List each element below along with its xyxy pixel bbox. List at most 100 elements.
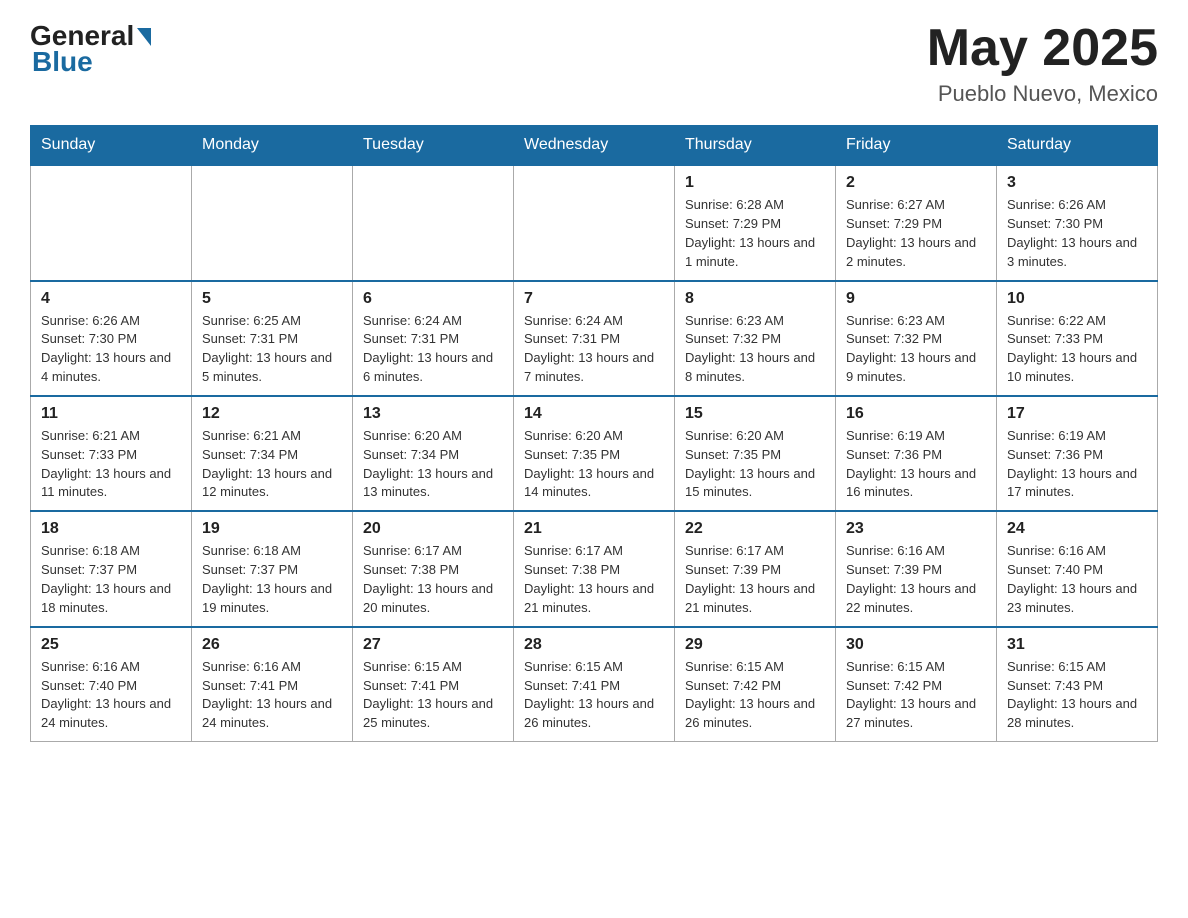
day-number: 30 (846, 636, 986, 654)
calendar-cell: 30 Sunrise: 6:15 AM Sunset: 7:42 PM Dayli… (836, 627, 997, 742)
calendar-cell: 8 Sunrise: 6:23 AM Sunset: 7:32 PM Daylig… (675, 281, 836, 396)
day-number: 14 (524, 405, 664, 423)
day-info: Sunrise: 6:16 AM Sunset: 7:41 PM Dayligh… (202, 658, 342, 733)
day-info: Sunrise: 6:22 AM Sunset: 7:33 PM Dayligh… (1007, 312, 1147, 387)
calendar-cell: 27 Sunrise: 6:15 AM Sunset: 7:41 PM Dayli… (353, 627, 514, 742)
calendar-cell (192, 165, 353, 280)
calendar-body: 1Sunrise: 6:28 AM Sunset: 7:29 PM Daylig… (31, 165, 1158, 741)
day-number: 23 (846, 520, 986, 538)
week-row-5: 25Sunrise: 6:16 AM Sunset: 7:40 PM Dayli… (31, 627, 1158, 742)
calendar-cell (353, 165, 514, 280)
day-number: 29 (685, 636, 825, 654)
calendar-cell: 14 Sunrise: 6:20 AM Sunset: 7:35 PM Dayli… (514, 396, 675, 511)
day-info: Sunrise: 6:23 AM Sunset: 7:32 PM Dayligh… (846, 312, 986, 387)
calendar-cell: 17Sunrise: 6:19 AM Sunset: 7:36 PM Dayli… (997, 396, 1158, 511)
calendar-cell: 22 Sunrise: 6:17 AM Sunset: 7:39 PM Dayli… (675, 511, 836, 626)
day-number: 8 (685, 290, 825, 308)
day-number: 9 (846, 290, 986, 308)
calendar-cell: 16 Sunrise: 6:19 AM Sunset: 7:36 PM Dayli… (836, 396, 997, 511)
day-info: Sunrise: 6:21 AM Sunset: 7:33 PM Dayligh… (41, 427, 181, 502)
header-cell-saturday: Saturday (997, 126, 1158, 166)
calendar-cell: 28 Sunrise: 6:15 AM Sunset: 7:41 PM Dayli… (514, 627, 675, 742)
day-info: Sunrise: 6:17 AM Sunset: 7:38 PM Dayligh… (524, 542, 664, 617)
day-info: Sunrise: 6:19 AM Sunset: 7:36 PM Dayligh… (846, 427, 986, 502)
logo-arrow-icon (137, 28, 151, 46)
day-info: Sunrise: 6:19 AM Sunset: 7:36 PM Dayligh… (1007, 427, 1147, 502)
day-number: 21 (524, 520, 664, 538)
day-number: 5 (202, 290, 342, 308)
day-info: Sunrise: 6:15 AM Sunset: 7:43 PM Dayligh… (1007, 658, 1147, 733)
day-info: Sunrise: 6:16 AM Sunset: 7:40 PM Dayligh… (1007, 542, 1147, 617)
day-info: Sunrise: 6:20 AM Sunset: 7:35 PM Dayligh… (524, 427, 664, 502)
day-number: 26 (202, 636, 342, 654)
day-number: 6 (363, 290, 503, 308)
calendar-cell: 24Sunrise: 6:16 AM Sunset: 7:40 PM Dayli… (997, 511, 1158, 626)
week-row-2: 4 Sunrise: 6:26 AM Sunset: 7:30 PM Daylig… (31, 281, 1158, 396)
week-row-3: 11 Sunrise: 6:21 AM Sunset: 7:33 PM Dayli… (31, 396, 1158, 511)
day-info: Sunrise: 6:27 AM Sunset: 7:29 PM Dayligh… (846, 196, 986, 271)
day-number: 28 (524, 636, 664, 654)
day-number: 27 (363, 636, 503, 654)
day-info: Sunrise: 6:20 AM Sunset: 7:35 PM Dayligh… (685, 427, 825, 502)
calendar-cell: 11 Sunrise: 6:21 AM Sunset: 7:33 PM Dayli… (31, 396, 192, 511)
calendar-cell: 6 Sunrise: 6:24 AM Sunset: 7:31 PM Daylig… (353, 281, 514, 396)
day-info: Sunrise: 6:18 AM Sunset: 7:37 PM Dayligh… (41, 542, 181, 617)
calendar-header: SundayMondayTuesdayWednesdayThursdayFrid… (31, 126, 1158, 166)
day-number: 20 (363, 520, 503, 538)
day-info: Sunrise: 6:16 AM Sunset: 7:40 PM Dayligh… (41, 658, 181, 733)
day-info: Sunrise: 6:24 AM Sunset: 7:31 PM Dayligh… (524, 312, 664, 387)
day-info: Sunrise: 6:24 AM Sunset: 7:31 PM Dayligh… (363, 312, 503, 387)
header-cell-tuesday: Tuesday (353, 126, 514, 166)
day-number: 22 (685, 520, 825, 538)
title-area: May 2025 Pueblo Nuevo, Mexico (927, 20, 1158, 107)
calendar-cell: 31 Sunrise: 6:15 AM Sunset: 7:43 PM Dayli… (997, 627, 1158, 742)
calendar-cell: 25Sunrise: 6:16 AM Sunset: 7:40 PM Dayli… (31, 627, 192, 742)
day-number: 18 (41, 520, 181, 538)
day-number: 2 (846, 174, 986, 192)
day-number: 12 (202, 405, 342, 423)
day-number: 3 (1007, 174, 1147, 192)
calendar-cell: 21 Sunrise: 6:17 AM Sunset: 7:38 PM Dayli… (514, 511, 675, 626)
day-info: Sunrise: 6:15 AM Sunset: 7:41 PM Dayligh… (524, 658, 664, 733)
day-info: Sunrise: 6:23 AM Sunset: 7:32 PM Dayligh… (685, 312, 825, 387)
calendar-cell: 19Sunrise: 6:18 AM Sunset: 7:37 PM Dayli… (192, 511, 353, 626)
calendar-cell: 12 Sunrise: 6:21 AM Sunset: 7:34 PM Dayli… (192, 396, 353, 511)
day-info: Sunrise: 6:25 AM Sunset: 7:31 PM Dayligh… (202, 312, 342, 387)
day-info: Sunrise: 6:21 AM Sunset: 7:34 PM Dayligh… (202, 427, 342, 502)
day-number: 4 (41, 290, 181, 308)
header-cell-friday: Friday (836, 126, 997, 166)
calendar-cell: 23Sunrise: 6:16 AM Sunset: 7:39 PM Dayli… (836, 511, 997, 626)
day-number: 31 (1007, 636, 1147, 654)
header-cell-monday: Monday (192, 126, 353, 166)
calendar-cell: 2 Sunrise: 6:27 AM Sunset: 7:29 PM Daylig… (836, 165, 997, 280)
day-info: Sunrise: 6:28 AM Sunset: 7:29 PM Dayligh… (685, 196, 825, 271)
month-title: May 2025 (927, 20, 1158, 77)
day-number: 13 (363, 405, 503, 423)
logo-blue: Blue (32, 46, 93, 78)
calendar-cell: 7Sunrise: 6:24 AM Sunset: 7:31 PM Daylig… (514, 281, 675, 396)
calendar-cell (31, 165, 192, 280)
day-number: 16 (846, 405, 986, 423)
calendar-cell: 10Sunrise: 6:22 AM Sunset: 7:33 PM Dayli… (997, 281, 1158, 396)
calendar-cell: 1Sunrise: 6:28 AM Sunset: 7:29 PM Daylig… (675, 165, 836, 280)
day-info: Sunrise: 6:17 AM Sunset: 7:38 PM Dayligh… (363, 542, 503, 617)
day-info: Sunrise: 6:15 AM Sunset: 7:41 PM Dayligh… (363, 658, 503, 733)
header-cell-thursday: Thursday (675, 126, 836, 166)
logo: General Blue (30, 20, 151, 78)
day-number: 11 (41, 405, 181, 423)
calendar-cell: 13 Sunrise: 6:20 AM Sunset: 7:34 PM Dayli… (353, 396, 514, 511)
day-info: Sunrise: 6:26 AM Sunset: 7:30 PM Dayligh… (41, 312, 181, 387)
calendar-cell: 29 Sunrise: 6:15 AM Sunset: 7:42 PM Dayli… (675, 627, 836, 742)
calendar-cell: 20 Sunrise: 6:17 AM Sunset: 7:38 PM Dayli… (353, 511, 514, 626)
day-info: Sunrise: 6:18 AM Sunset: 7:37 PM Dayligh… (202, 542, 342, 617)
calendar-cell: 18 Sunrise: 6:18 AM Sunset: 7:37 PM Dayli… (31, 511, 192, 626)
day-number: 15 (685, 405, 825, 423)
day-info: Sunrise: 6:15 AM Sunset: 7:42 PM Dayligh… (685, 658, 825, 733)
calendar-table: SundayMondayTuesdayWednesdayThursdayFrid… (30, 125, 1158, 742)
day-info: Sunrise: 6:15 AM Sunset: 7:42 PM Dayligh… (846, 658, 986, 733)
week-row-1: 1Sunrise: 6:28 AM Sunset: 7:29 PM Daylig… (31, 165, 1158, 280)
day-info: Sunrise: 6:20 AM Sunset: 7:34 PM Dayligh… (363, 427, 503, 502)
page-header: General Blue May 2025 Pueblo Nuevo, Mexi… (30, 20, 1158, 107)
day-info: Sunrise: 6:17 AM Sunset: 7:39 PM Dayligh… (685, 542, 825, 617)
calendar-cell: 26 Sunrise: 6:16 AM Sunset: 7:41 PM Dayli… (192, 627, 353, 742)
